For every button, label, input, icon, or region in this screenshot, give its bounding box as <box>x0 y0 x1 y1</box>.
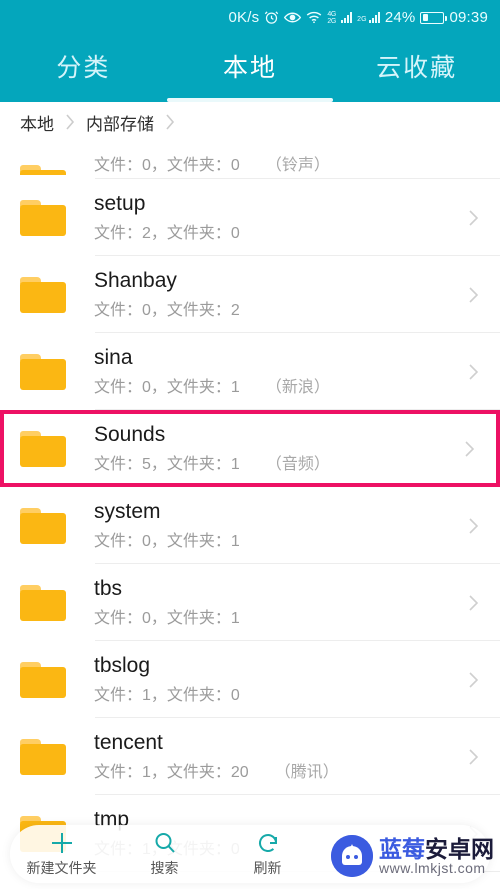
chevron-right-icon <box>460 516 486 536</box>
folder-icon <box>20 661 66 698</box>
chevron-right-icon <box>64 113 76 131</box>
chevron-right-icon <box>460 593 486 613</box>
signal-4g-icon: 4G 2G <box>327 11 336 25</box>
list-item-name: Sounds <box>94 422 166 446</box>
chevron-right-icon <box>456 439 482 459</box>
list-item-system[interactable]: system 文件：0，文件夹：1 <box>0 487 500 564</box>
tab-cloud[interactable]: 云收藏 <box>333 35 500 102</box>
plus-icon <box>49 831 75 855</box>
search-icon <box>153 831 177 855</box>
clock-text: 09:39 <box>449 9 488 26</box>
folder-icon <box>20 738 66 775</box>
list-item-tbs[interactable]: tbs 文件：0，文件夹：1 <box>0 564 500 641</box>
list-item-name: tencent <box>94 730 163 754</box>
chevron-right-icon <box>460 362 486 382</box>
chevron-right-icon <box>460 670 486 690</box>
breadcrumb: 本地 内部存储 <box>0 102 500 142</box>
tab-bar: 分类 本地 云收藏 <box>0 35 500 102</box>
list-item-tencent[interactable]: tencent 文件：1，文件夹：20 （腾讯） <box>0 718 500 795</box>
tab-local[interactable]: 本地 <box>167 35 334 102</box>
breadcrumb-item-local[interactable]: 本地 <box>20 110 54 135</box>
list-item-name: Shanbay <box>94 268 177 292</box>
list-item-meta: 文件：0，文件夹：1 <box>94 379 240 397</box>
list-item-alias: （铃声） <box>265 157 330 174</box>
folder-icon <box>20 276 66 313</box>
network-speed-text: 0K/s <box>228 9 260 26</box>
list-item-alias: （新浪） <box>265 379 330 397</box>
list-item-setup[interactable]: setup 文件：2，文件夹：0 <box>0 179 500 256</box>
signal-4g-label: 4G <box>327 10 337 18</box>
list-item-meta: 文件：0，文件夹：2 <box>94 302 240 320</box>
new-folder-label: 新建文件夹 <box>26 859 97 876</box>
chevron-right-icon <box>460 747 486 767</box>
list-item-meta: 文件：1，文件夹：0 <box>94 687 240 705</box>
folder-icon <box>20 199 66 236</box>
refresh-label: 刷新 <box>253 859 282 876</box>
list-item-name: system <box>94 499 161 523</box>
battery-icon <box>420 11 448 24</box>
signal-2g-label: 2G <box>357 16 367 23</box>
list-item-meta: 文件：0，文件夹：1 <box>94 610 240 628</box>
eye-icon <box>284 11 302 24</box>
folder-icon <box>20 165 66 175</box>
list-item-sina[interactable]: sina 文件：0，文件夹：1 （新浪） <box>0 333 500 410</box>
bottom-toolbar: 新建文件夹 搜索 刷新 <box>10 825 490 883</box>
new-folder-button[interactable]: 新建文件夹 <box>10 831 113 878</box>
list-item[interactable]: 文件：0，文件夹：0 （铃声） <box>0 142 500 179</box>
chevron-right-icon <box>164 113 176 131</box>
signal-bars-1-icon <box>341 12 353 23</box>
list-item-name: tbs <box>94 576 123 600</box>
search-button[interactable]: 搜索 <box>113 831 216 878</box>
battery-percent-text: 24% <box>384 9 416 26</box>
active-tab-indicator <box>167 98 333 102</box>
list-item-name: sina <box>94 345 133 369</box>
list-item-sounds[interactable]: Sounds 文件：5，文件夹：1 （音频） <box>0 410 500 487</box>
folder-icon <box>20 430 66 467</box>
list-item-meta: 文件：1，文件夹：20 <box>94 764 249 782</box>
status-bar: 0K/s 4G 2G 2G 24% 09:39 <box>0 0 500 35</box>
folder-icon <box>20 353 66 390</box>
list-item-name: tbslog <box>94 653 151 677</box>
folder-icon <box>20 507 66 544</box>
file-list[interactable]: 文件：0，文件夹：0 （铃声） setup 文件：2，文件夹：0 Shanbay… <box>0 142 500 889</box>
list-item-tbslog[interactable]: tbslog 文件：1，文件夹：0 <box>0 641 500 718</box>
list-item-meta: 文件：0，文件夹：1 <box>94 533 240 551</box>
chevron-right-icon <box>460 208 486 228</box>
signal-2g-icon: 2G <box>357 12 380 23</box>
list-item-alias: （腾讯） <box>274 764 339 782</box>
list-item-shanbay[interactable]: Shanbay 文件：0，文件夹：2 <box>0 256 500 333</box>
signal-4g-sub: 2G <box>327 17 337 25</box>
search-label: 搜索 <box>150 859 179 876</box>
alarm-clock-icon <box>264 10 279 25</box>
list-item-meta: 文件：2，文件夹：0 <box>94 225 240 243</box>
chevron-right-icon <box>460 285 486 305</box>
tab-categories[interactable]: 分类 <box>0 35 167 102</box>
list-item-alias: （音频） <box>265 456 330 474</box>
wifi-icon <box>306 11 322 24</box>
refresh-icon <box>256 831 280 855</box>
breadcrumb-item-internal-storage[interactable]: 内部存储 <box>86 110 154 135</box>
list-item-name: setup <box>94 191 146 215</box>
refresh-button[interactable]: 刷新 <box>216 831 319 878</box>
list-item-meta: 文件：0，文件夹：0 <box>94 157 240 174</box>
file-manager-screen: 0K/s 4G 2G 2G 24% 09:39 分类 本地 云收藏 本地 内部存… <box>0 0 500 889</box>
list-item-meta: 文件：5，文件夹：1 <box>94 456 240 474</box>
folder-icon <box>20 584 66 621</box>
